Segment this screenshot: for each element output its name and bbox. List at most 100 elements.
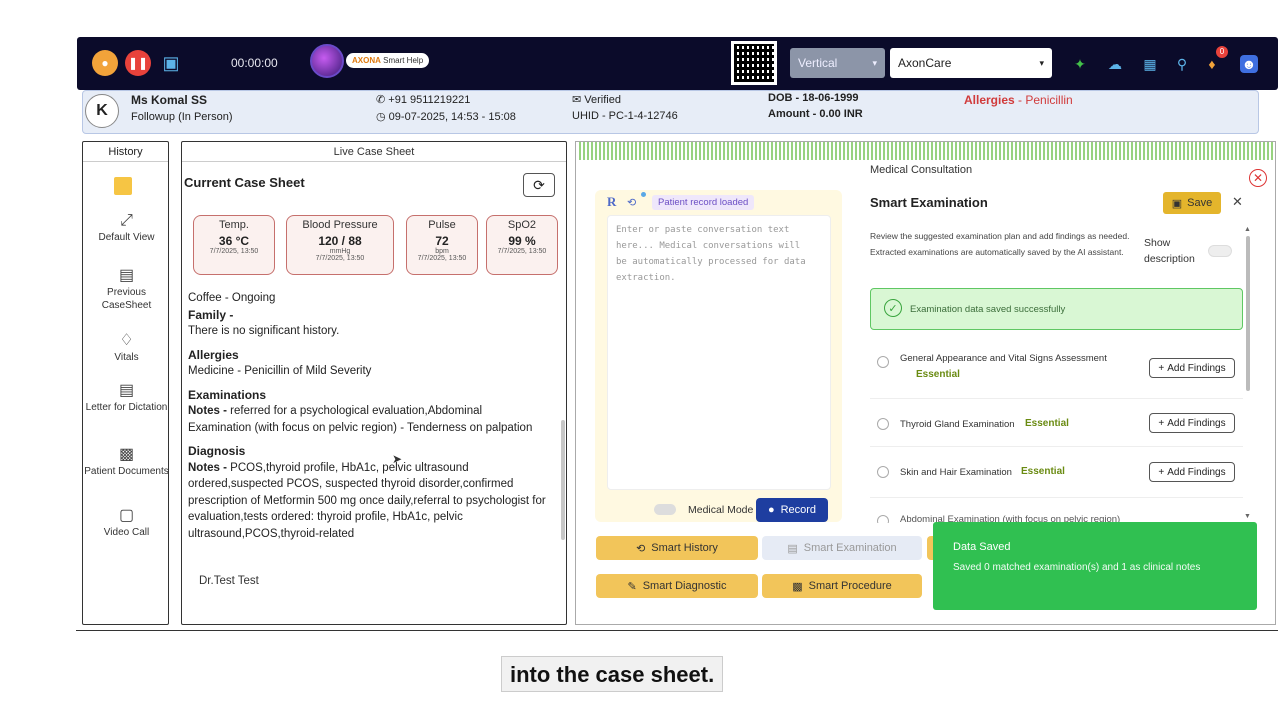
smart-examination-description: Review the suggested examination plan an… (870, 231, 1130, 257)
exam-select-radio[interactable] (877, 418, 889, 430)
history-item-previous-casesheet[interactable]: ▤ Previous CaseSheet (83, 268, 170, 312)
content-divider (76, 630, 1278, 631)
show-description-label: Show description (1144, 237, 1195, 265)
default-view-indicator-icon[interactable] (114, 177, 132, 195)
close-consultation-button[interactable]: ✕ (1249, 169, 1267, 187)
toast-title: Data Saved (953, 541, 1011, 553)
user-profile-icon[interactable]: ☻ (1240, 55, 1258, 73)
close-icon: ✕ (1232, 194, 1243, 209)
cloud-icon[interactable]: ☁ (1106, 55, 1124, 73)
smart-history-button[interactable]: ⟲ Smart History (596, 536, 758, 560)
refresh-button[interactable]: ⟳ (523, 173, 555, 197)
video-caption: into the case sheet. (501, 656, 724, 692)
medical-mode-toggle[interactable] (654, 504, 676, 515)
assistant-avatar (310, 44, 344, 78)
phone-icon: ✆ (376, 94, 386, 106)
document-icon: ▤ (787, 542, 798, 555)
medical-consultation-title: Medical Consultation (870, 164, 973, 176)
close-smart-examination-button[interactable]: ✕ (1232, 194, 1243, 210)
save-button[interactable]: ▣ Save (1163, 192, 1221, 214)
search-icon[interactable]: ⚲ (1173, 55, 1191, 73)
email-status: ✉ Verified (572, 94, 621, 106)
vital-card-pulse[interactable]: Pulse 72 bpm 7/7/2025, 13:50 (406, 215, 478, 275)
notification-badge: 0 (1216, 46, 1228, 58)
rx-icon[interactable]: R (607, 194, 616, 210)
plus-icon: + (1158, 466, 1165, 478)
history-item-letter-for-dictation[interactable]: ▤ Letter for Dictation (83, 383, 170, 414)
toast-message: Saved 0 matched examination(s) and 1 as … (953, 562, 1201, 573)
history-icon[interactable]: ⟲ (627, 196, 636, 209)
smart-diagnostic-button[interactable]: ✎ Smart Diagnostic (596, 574, 758, 598)
refresh-icon: ⟳ (533, 176, 545, 193)
allergies-section-title: Allergies (188, 347, 239, 362)
microphone-button[interactable]: ● (92, 50, 118, 76)
microphone-icon: ● (101, 56, 109, 70)
examinations-section-title: Examinations (188, 387, 267, 402)
qr-code[interactable] (731, 41, 777, 85)
vital-card-spo2[interactable]: SpO2 99 % 7/7/2025, 13:50 (486, 215, 558, 275)
pause-icon: ❚❚ (127, 56, 149, 70)
chevron-down-icon: ▾ (1039, 57, 1044, 68)
axona-smart-help-button[interactable]: AXONA Smart Help (310, 44, 442, 78)
organization-select[interactable]: AxonCare ▾ (890, 48, 1052, 78)
show-description-toggle[interactable] (1208, 245, 1232, 257)
exam-select-radio[interactable] (877, 466, 889, 478)
patient-phone: ✆ +91 9511219221 (376, 94, 471, 106)
doctor-name: Dr.Test Test (199, 575, 259, 587)
medical-mode-label: Medical Mode (688, 504, 754, 516)
scroll-down-icon[interactable]: ▼ (1244, 513, 1251, 520)
exam-name: Skin and Hair Examination (900, 467, 1012, 478)
vertical-select[interactable]: Vertical ▾ (790, 48, 885, 78)
microphone-icon: ● (767, 504, 775, 516)
history-panel: History ⤢ Default View ▤ Previous CaseShee… (82, 141, 169, 625)
essential-badge: Essential (1021, 466, 1065, 477)
history-item-default-view[interactable]: ⤢ Default View (83, 212, 170, 244)
smart-examination-button[interactable]: ▤ Smart Examination (762, 536, 922, 560)
smart-procedure-button[interactable]: ▩ Smart Procedure (762, 574, 922, 598)
examinations-notes: Notes - referred for a psychological eva… (188, 405, 533, 434)
exam-name: Thyroid Gland Examination (900, 419, 1015, 430)
history-item-vitals[interactable]: ♢ Vitals (83, 333, 170, 364)
chevron-down-icon: ▾ (872, 57, 877, 68)
add-findings-button[interactable]: + Add Findings (1149, 462, 1235, 482)
add-findings-button[interactable]: + Add Findings (1149, 413, 1235, 433)
smart-examination-title: Smart Examination (870, 195, 988, 210)
history-title: History (83, 142, 168, 162)
expand-icon: ⤢ (120, 212, 133, 229)
vital-card-blood-pressure[interactable]: Blood Pressure 120 / 88 mmHg 7/7/2025, 1… (286, 215, 394, 275)
translate-icon[interactable]: ▦ (1141, 55, 1159, 73)
clock-icon: ◷ (376, 111, 386, 123)
record-button[interactable]: ● Record (756, 498, 828, 522)
case-sheet-scrollbar[interactable] (561, 420, 565, 540)
consultation-header-pattern (577, 142, 1274, 160)
add-findings-button[interactable]: + Add Findings (1149, 358, 1235, 378)
scroll-up-icon[interactable]: ▲ (1244, 226, 1251, 233)
axona-brand: AXONA (352, 56, 381, 65)
clipboard-icon: ▩ (118, 446, 135, 463)
patient-avatar: K (85, 94, 119, 128)
family-history-text: There is no significant history. (188, 325, 340, 337)
leaf-icon[interactable]: ✦ (1071, 55, 1089, 73)
mouse-cursor-icon: ➤ (392, 452, 403, 466)
history-icon: ⟲ (636, 542, 646, 555)
mail-icon: ✉ (572, 94, 582, 106)
vital-card-temp[interactable]: Temp. 36 °C 7/7/2025, 13:50 (193, 215, 275, 275)
save-recording-button[interactable]: ▣ (158, 50, 184, 76)
history-item-patient-documents[interactable]: ▩ Patient Documents (83, 446, 170, 478)
current-case-sheet-title: Current Case Sheet (184, 175, 305, 190)
social-history-coffee: Coffee - Ongoing (188, 292, 276, 304)
data-saved-toast[interactable]: Data Saved Saved 0 matched examination(s… (933, 522, 1257, 610)
exam-select-radio[interactable] (877, 356, 889, 368)
history-item-video-call[interactable]: ▢ Video Call (83, 508, 170, 539)
bell-icon[interactable]: ♦ (1203, 55, 1221, 73)
pause-button[interactable]: ❚❚ (125, 50, 151, 76)
status-dot (641, 192, 646, 197)
exam-select-radio[interactable] (877, 515, 889, 523)
diagnosis-section-title: Diagnosis (188, 444, 246, 458)
visit-type: Followup (In Person) (131, 111, 233, 123)
conversation-placeholder: Enter or paste conversation text here...… (616, 225, 806, 283)
success-alert-message: Examination data saved successfully (910, 304, 1066, 315)
smart-examination-scrollbar[interactable] (1246, 236, 1250, 391)
patient-record-loaded-badge: Patient record loaded (652, 195, 755, 210)
close-icon: ✕ (1252, 171, 1264, 185)
